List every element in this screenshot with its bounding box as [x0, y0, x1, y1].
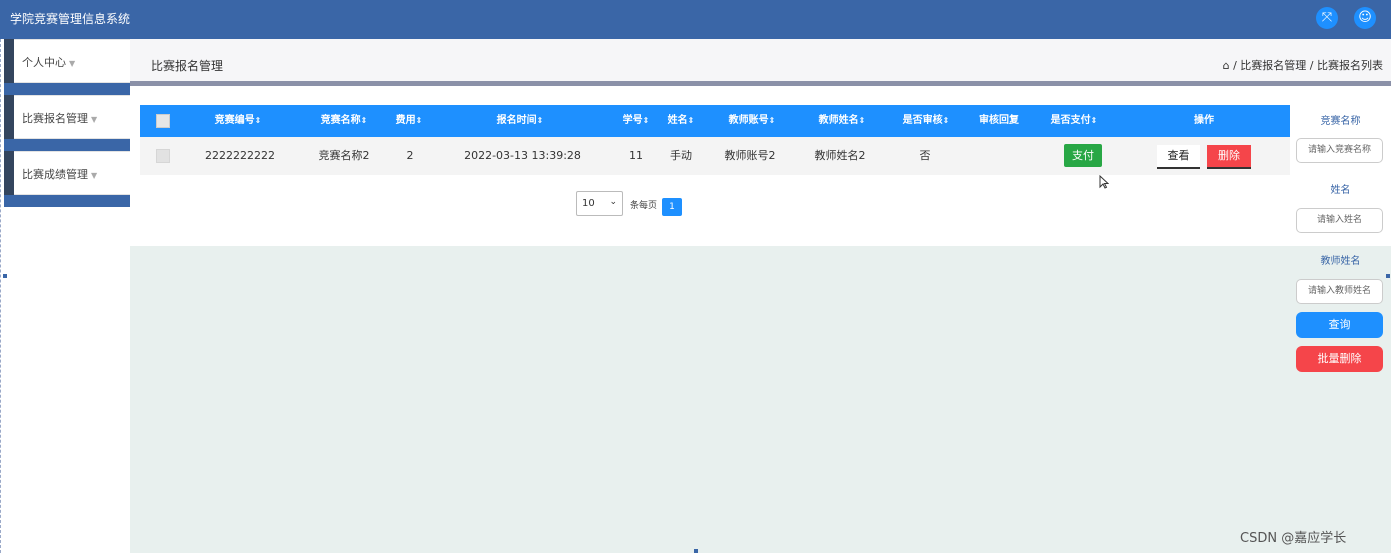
- table-header: 竞赛编号⇕ 竞赛名称⇕ 费用⇕ 报名时间⇕ 学号⇕ 姓名⇕ 教师账号⇕ 教师姓名…: [140, 105, 1290, 137]
- column-header-signup-time[interactable]: 报名时间⇕: [470, 105, 570, 137]
- selection-handle: [3, 274, 7, 278]
- column-header-teacher-account[interactable]: 教师账号⇕: [717, 105, 787, 137]
- sidebar-item-score-management[interactable]: 比赛成绩管理 ▼: [4, 151, 131, 217]
- delete-button[interactable]: 删除: [1207, 145, 1251, 169]
- competition-name-input[interactable]: 请输入竞赛名称: [1296, 138, 1383, 163]
- caret-down-icon: ▼: [69, 59, 76, 68]
- breadcrumb-item[interactable]: 比赛报名管理: [1240, 59, 1306, 72]
- top-bar: 学院竞赛管理信息系统 ⤧ ☺: [0, 0, 1391, 39]
- column-header-student-no[interactable]: 学号⇕: [616, 105, 656, 137]
- mouse-cursor-icon: [1099, 175, 1109, 189]
- sidebar: 个人中心 ▼ 比赛报名管理 ▼ 比赛成绩管理 ▼: [0, 39, 131, 553]
- column-header-teacher-name[interactable]: 教师姓名⇕: [807, 105, 877, 137]
- fullscreen-icon[interactable]: ⤧: [1316, 7, 1338, 29]
- caret-down-icon: ▼: [91, 115, 98, 124]
- search-label-teacher-name: 教师姓名: [1320, 256, 1361, 267]
- per-page-label: 条每页: [630, 201, 658, 211]
- cell-competition-no: 2222222222: [205, 149, 275, 162]
- sort-icon: ⇕: [415, 116, 423, 125]
- home-icon[interactable]: ⌂: [1223, 59, 1230, 72]
- column-header-actions: 操作: [1194, 115, 1214, 126]
- cell-teacher-account: 教师账号2: [724, 149, 776, 162]
- column-header-audited[interactable]: 是否审核⇕: [891, 105, 961, 137]
- sidebar-item-label: 比赛成绩管理 ▼: [22, 168, 98, 181]
- sidebar-item-box: 比赛成绩管理 ▼: [14, 151, 131, 195]
- sort-icon: ⇕: [254, 116, 262, 125]
- name-input[interactable]: 请输入姓名: [1296, 208, 1383, 233]
- sort-icon: ⇕: [942, 116, 950, 125]
- column-header-audit-reply: 审核回复: [979, 115, 1019, 126]
- caret-down-icon: ▼: [91, 171, 98, 180]
- search-label-competition-name: 竞赛名称: [1320, 116, 1361, 127]
- content-background: [130, 246, 1391, 553]
- cell-name: 手动: [670, 149, 692, 162]
- query-button[interactable]: 查询: [1296, 312, 1383, 338]
- selection-handle: [1386, 274, 1390, 278]
- chevron-down-icon: ⌄: [609, 197, 617, 207]
- cell-student-no: 11: [629, 149, 643, 162]
- column-header-name[interactable]: 姓名⇕: [661, 105, 701, 137]
- column-header-competition-name[interactable]: 竞赛名称⇕: [304, 105, 384, 137]
- pay-button[interactable]: 支付: [1064, 144, 1102, 167]
- breadcrumb: ⌂ / 比赛报名管理 / 比赛报名列表: [1223, 57, 1383, 73]
- search-panel: 竞赛名称 请输入竞赛名称 姓名 请输入姓名 教师姓名 请输入教师姓名 查询 批量…: [1290, 86, 1391, 386]
- search-label-name: 姓名: [1330, 185, 1351, 196]
- table-row: 2222222222 竞赛名称2 2 2022-03-13 13:39:28 1…: [140, 137, 1290, 175]
- cell-audit-reply: [969, 137, 1029, 175]
- sort-icon: ⇕: [642, 116, 650, 125]
- page-button-current[interactable]: 1: [662, 198, 682, 216]
- sidebar-item-box: 个人中心 ▼: [14, 39, 131, 83]
- page-size-select[interactable]: 10 ⌄: [576, 191, 623, 216]
- table-panel: 竞赛编号⇕ 竞赛名称⇕ 费用⇕ 报名时间⇕ 学号⇕ 姓名⇕ 教师账号⇕ 教师姓名…: [130, 86, 1290, 246]
- breadcrumb-item-current: 比赛报名列表: [1317, 59, 1383, 72]
- breadcrumb-separator: /: [1309, 59, 1317, 72]
- batch-delete-button[interactable]: 批量删除: [1296, 346, 1383, 372]
- sort-icon: ⇕: [858, 116, 866, 125]
- sort-icon: ⇕: [768, 116, 776, 125]
- teacher-name-input[interactable]: 请输入教师姓名: [1296, 279, 1383, 304]
- sidebar-divider: [4, 139, 131, 151]
- sort-icon: ⇕: [360, 116, 368, 125]
- watermark: CSDN @嘉应学长: [1240, 531, 1347, 546]
- column-header-fee[interactable]: 费用⇕: [384, 105, 434, 137]
- sort-icon: ⇕: [536, 116, 544, 125]
- column-header-paid[interactable]: 是否支付⇕: [1039, 105, 1109, 137]
- cell-fee: 2: [406, 149, 414, 162]
- row-checkbox[interactable]: [156, 149, 170, 163]
- select-all-checkbox[interactable]: [156, 114, 170, 128]
- view-button[interactable]: 查看: [1157, 145, 1200, 169]
- cell-signup-time: 2022-03-13 13:39:28: [464, 149, 581, 162]
- sort-icon: ⇕: [687, 116, 695, 125]
- cell-competition-name: 竞赛名称2: [318, 149, 370, 162]
- sidebar-item-label: 个人中心 ▼: [22, 56, 76, 69]
- page-title: 比赛报名管理: [151, 59, 224, 73]
- selection-handle: [694, 549, 698, 553]
- page-header: 比赛报名管理 ⌂ / 比赛报名管理 / 比赛报名列表: [130, 39, 1391, 81]
- cell-teacher-name: 教师姓名2: [814, 149, 866, 162]
- sidebar-item-label: 比赛报名管理 ▼: [22, 112, 98, 125]
- app-title: 学院竞赛管理信息系统: [10, 12, 131, 26]
- sidebar-divider: [4, 83, 131, 95]
- sidebar-divider: [4, 195, 131, 207]
- cell-audited: 否: [919, 149, 931, 162]
- user-icon[interactable]: ☺: [1354, 7, 1376, 29]
- sidebar-item-box: 比赛报名管理 ▼: [14, 95, 131, 139]
- column-header-competition-no[interactable]: 竞赛编号⇕: [198, 105, 278, 137]
- sort-icon: ⇕: [1090, 116, 1098, 125]
